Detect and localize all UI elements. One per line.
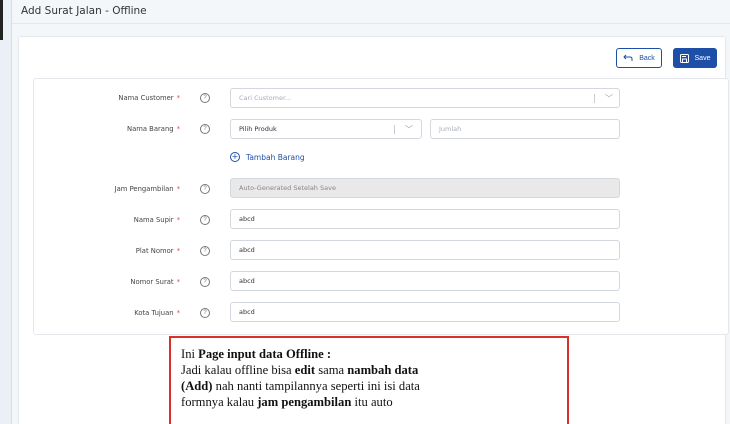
- help-icon[interactable]: ?: [200, 308, 210, 318]
- required-mark: *: [176, 185, 180, 193]
- surat-input[interactable]: abcd: [230, 271, 620, 291]
- required-mark: *: [176, 94, 180, 102]
- customer-label: Nama Customer *: [118, 94, 180, 102]
- quantity-input[interactable]: Jumlah: [430, 119, 620, 139]
- note-line-3: (Add) nah nanti tampilannya seperti ini …: [181, 379, 420, 393]
- select-separator: [394, 125, 395, 134]
- add-item-label: Tambah Barang: [246, 152, 305, 162]
- back-button[interactable]: Back: [616, 48, 662, 68]
- kota-value: abcd: [239, 308, 255, 316]
- back-arrow-icon: [623, 54, 633, 61]
- help-icon[interactable]: ?: [200, 93, 210, 103]
- plat-input[interactable]: abcd: [230, 240, 620, 260]
- help-icon[interactable]: ?: [200, 184, 210, 194]
- jam-label: Jam Pengambilan *: [114, 185, 180, 193]
- back-button-label: Back: [639, 54, 655, 62]
- customer-placeholder: Cari Customer...: [239, 94, 292, 102]
- required-mark: *: [176, 216, 180, 224]
- jam-field: Auto-Generated Setelah Save: [230, 178, 620, 198]
- save-button[interactable]: Save: [673, 48, 717, 68]
- quantity-placeholder: Jumlah: [439, 125, 462, 133]
- plus-circle-icon: +: [230, 152, 240, 162]
- save-button-label: Save: [694, 54, 711, 62]
- note-line-2: Jadi kalau offline bisa edit sama nambah…: [181, 363, 419, 377]
- kota-input[interactable]: abcd: [230, 302, 620, 322]
- note-line-4: formnya kalau jam pengambilan itu auto: [181, 395, 393, 409]
- required-mark: *: [176, 278, 180, 286]
- customer-select[interactable]: Cari Customer... ﹀: [230, 88, 620, 108]
- supir-value: abcd: [239, 215, 255, 223]
- required-mark: *: [176, 247, 180, 255]
- kota-label: Kota Tujuan *: [134, 309, 180, 317]
- app-root: Add Surat Jalan - Offline Back Save Nama…: [0, 0, 730, 424]
- add-item-button[interactable]: + Tambah Barang: [230, 152, 305, 162]
- help-icon[interactable]: ?: [200, 124, 210, 134]
- surat-label: Nomor Surat *: [130, 278, 180, 286]
- form-box: Nama Customer * ? Cari Customer... ﹀ Nama…: [33, 78, 729, 335]
- rail-notch: [0, 0, 3, 40]
- required-mark: *: [176, 309, 180, 317]
- note-line-1: Ini Page input data Offline :: [181, 347, 332, 361]
- help-icon[interactable]: ?: [200, 277, 210, 287]
- required-mark: *: [176, 125, 180, 133]
- help-icon[interactable]: ?: [200, 246, 210, 256]
- page-header: Add Surat Jalan - Offline: [12, 0, 730, 24]
- jam-value: Auto-Generated Setelah Save: [239, 184, 336, 192]
- page-title: Add Surat Jalan - Offline: [21, 5, 147, 17]
- plat-value: abcd: [239, 246, 255, 254]
- product-select[interactable]: Pilih Produk ﹀: [230, 119, 422, 139]
- barang-label: Nama Barang *: [126, 125, 180, 133]
- product-select-value: Pilih Produk: [239, 125, 277, 133]
- left-rail: [0, 0, 12, 424]
- annotation-note: Ini Page input data Offline : Jadi kalau…: [169, 336, 569, 424]
- chevron-down-icon: ﹀: [605, 94, 613, 103]
- supir-label: Nama Supir *: [133, 216, 180, 224]
- surat-value: abcd: [239, 277, 255, 285]
- supir-input[interactable]: abcd: [230, 209, 620, 229]
- help-icon[interactable]: ?: [200, 215, 210, 225]
- save-icon: [679, 53, 689, 63]
- select-separator: [594, 94, 595, 103]
- plat-label: Plat Nomor *: [135, 247, 180, 255]
- chevron-down-icon: ﹀: [405, 125, 413, 134]
